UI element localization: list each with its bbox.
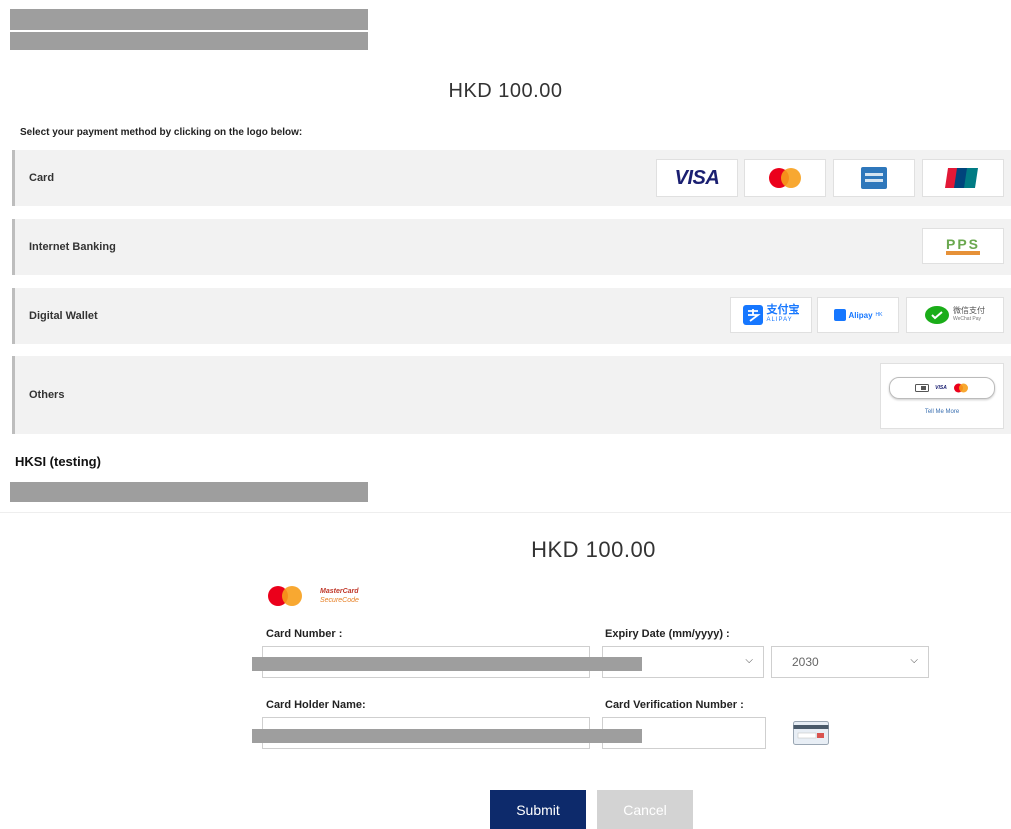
method-label-digital-wallet: Digital Wallet [29,310,98,322]
alipay-hk-text: Alipay [848,310,873,320]
redacted-header-bar-2 [10,32,368,50]
expiry-year-select[interactable]: 2030 ⌵ [771,646,929,678]
method-label-card: Card [29,172,55,184]
method-label-internet-banking: Internet Banking [29,241,116,253]
amount-bottom: HKD 100.00 [531,537,656,562]
alipay-hk-sup: HK [875,312,883,318]
mastercard-securecode-icon [268,586,302,606]
securecode-text: MasterCard SecureCode [320,587,359,605]
cancel-button[interactable]: Cancel [597,790,693,829]
securecode-line1: MasterCard [320,588,359,595]
mastercard-logo-button[interactable] [744,159,826,197]
amex-icon [861,167,887,189]
pps-logo-button[interactable]: PPS [922,228,1004,264]
method-label-others: Others [29,389,65,401]
visa-logo-button[interactable]: VISA [656,159,738,197]
unionpay-logo-button[interactable] [922,159,1004,197]
unionpay-icon [945,168,978,188]
expiry-year-value: 2030 [792,655,819,669]
pps-logo-text: PPS [945,237,980,255]
mastercard-icon [769,168,801,188]
chevron-down-icon: ⌵ [745,655,753,666]
others-card-pill: VISA [889,377,995,399]
securecode-line2: SecureCode [320,597,359,604]
method-row-others: Others [12,356,1011,434]
redacted-card-holder [252,729,642,743]
alipay-icon [742,305,763,325]
alipay-hk-icon [833,309,846,321]
wechat-pay-icon [925,306,949,324]
redacted-header-bar-1 [10,9,368,30]
cvn-label: Card Verification Number : [605,699,744,711]
amex-logo-button[interactable] [833,159,915,197]
card-toggle-icon [915,384,930,392]
payment-instruction: Select your payment method by clicking o… [20,127,303,138]
card-number-label: Card Number : [266,628,343,640]
merchant-name: HKSI (testing) [15,454,101,469]
redacted-card-number [252,657,642,671]
others-mastercard-icon [953,383,968,393]
wechat-pay-text: 微信支付 [953,306,985,315]
amount-top: HKD 100.00 [448,80,563,102]
alipay-cn-text: 支付宝 [766,304,800,316]
redacted-merchant-bar [10,482,368,502]
cvv-card-icon [793,721,829,745]
method-row-internet-banking: Internet Banking [12,219,1011,275]
expiry-date-label: Expiry Date (mm/yyyy) : [605,628,730,640]
others-visa-text: VISA [935,385,947,391]
card-holder-label: Card Holder Name: [266,699,366,711]
submit-button[interactable]: Submit [490,790,586,829]
chevron-down-icon: ⌵ [910,655,918,666]
alipay-hk-logo-button[interactable]: Alipay HK [817,297,899,333]
tell-me-more-link[interactable]: Tell Me More [925,409,959,415]
section-divider [0,512,1011,513]
wechat-pay-logo-button[interactable]: 微信支付 WeChat Pay [906,297,1004,333]
alipay-cn-sub: ALIPAY [766,317,793,323]
visa-logo-text: VISA [674,166,720,189]
alipay-cn-logo-button[interactable]: 支付宝 ALIPAY [730,297,812,333]
wechat-pay-sub: WeChat Pay [953,316,981,322]
others-logo-button[interactable]: VISA Tell Me More [880,363,1004,429]
